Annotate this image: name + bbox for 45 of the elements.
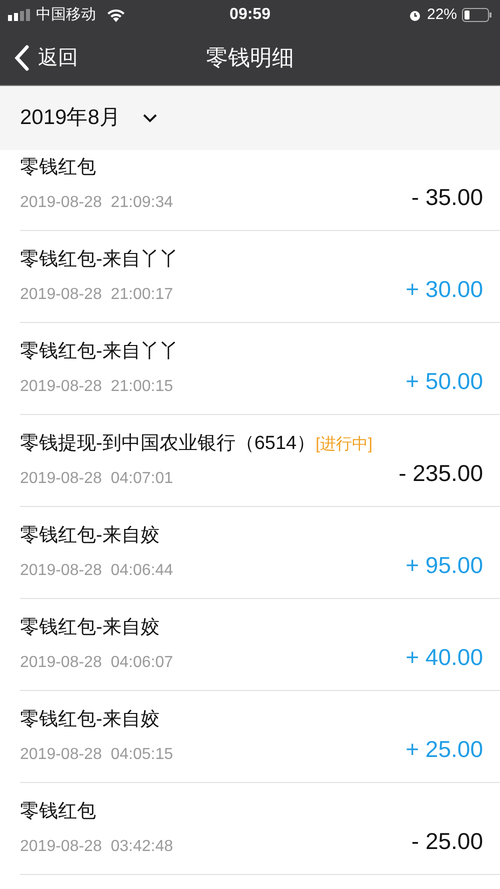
transaction-time: 2019-08-28 03:42:48 bbox=[20, 836, 174, 857]
transaction-title: 零钱红包-来自姣 bbox=[20, 616, 160, 640]
transaction-amount: - 25.00 bbox=[411, 827, 483, 856]
month-dropdown[interactable]: 2019年8月 bbox=[20, 102, 158, 134]
wifi-icon bbox=[106, 8, 126, 22]
transaction-title: 零钱红包-来自丫丫 bbox=[20, 340, 178, 364]
transaction-title: 零钱红包-来自丫丫 bbox=[20, 248, 178, 272]
transaction-title: 零钱红包-来自姣 bbox=[20, 524, 160, 548]
transaction-title: 零钱提现-到中国农业银行（6514） bbox=[20, 432, 316, 456]
battery-percent: 22% bbox=[426, 4, 458, 25]
transaction-amount: + 50.00 bbox=[406, 367, 483, 396]
page-title: 零钱明细 bbox=[206, 44, 294, 72]
transaction-amount: + 95.00 bbox=[406, 551, 483, 580]
transaction-time: 2019-08-28 04:06:07 bbox=[20, 652, 174, 673]
transaction-row[interactable]: 零钱红包-来自姣 2019-08-28 04:05:15 + 25.00 bbox=[20, 691, 500, 783]
transaction-time: 2019-08-28 04:05:15 bbox=[20, 744, 174, 765]
transaction-title: 零钱红包-来自姣 bbox=[20, 708, 160, 732]
transaction-row[interactable]: 零钱红包-来自丫丫 2019-08-28 21:00:17 + 30.00 bbox=[20, 231, 500, 323]
transaction-time: 2019-08-28 21:00:17 bbox=[20, 284, 174, 305]
transaction-row[interactable]: 零钱红包 2019-08-28 03:42:48 - 25.00 bbox=[20, 783, 500, 875]
transaction-time: 2019-08-28 04:06:44 bbox=[20, 560, 174, 581]
transaction-amount: + 30.00 bbox=[406, 275, 483, 304]
transaction-row[interactable]: 零钱红包-来自姣 2019-08-28 04:06:07 + 40.00 bbox=[20, 599, 500, 691]
transaction-amount: - 35.00 bbox=[411, 183, 483, 212]
transaction-row[interactable]: 零钱红包-来自丫丫 2019-08-28 21:00:15 + 50.00 bbox=[20, 323, 500, 415]
battery-icon bbox=[462, 8, 492, 22]
signal-icon bbox=[8, 9, 32, 21]
status-tag: [进行中] bbox=[316, 432, 372, 456]
back-button[interactable]: 返回 bbox=[14, 42, 78, 72]
transaction-amount: - 235.00 bbox=[398, 459, 483, 488]
alarm-icon bbox=[408, 8, 422, 22]
transaction-time: 2019-08-28 21:00:15 bbox=[20, 376, 174, 397]
chevron-down-icon bbox=[142, 113, 158, 123]
transaction-row[interactable]: 零钱红包-来自姣 2019-08-28 04:06:44 + 95.00 bbox=[20, 507, 500, 599]
carrier-name: 中国移动 bbox=[36, 4, 96, 25]
transaction-time: 2019-08-28 04:07:01 bbox=[20, 468, 174, 489]
chevron-left-icon bbox=[14, 44, 30, 70]
transaction-row[interactable]: 零钱提现-到中国农业银行（6514）[进行中] 2019-08-28 04:07:01 - 235.00 bbox=[20, 415, 500, 507]
transaction-time: 2019-08-28 21:09:34 bbox=[20, 192, 174, 213]
transaction-amount: + 40.00 bbox=[406, 643, 483, 672]
transaction-title: 零钱红包 bbox=[20, 156, 96, 180]
transaction-amount: + 25.00 bbox=[406, 735, 483, 764]
transaction-row[interactable]: 零钱红包 2019-08-28 21:09:34 - 35.00 bbox=[20, 150, 500, 231]
clock-time: 09:59 bbox=[230, 5, 270, 25]
transaction-title: 零钱红包 bbox=[20, 800, 96, 824]
